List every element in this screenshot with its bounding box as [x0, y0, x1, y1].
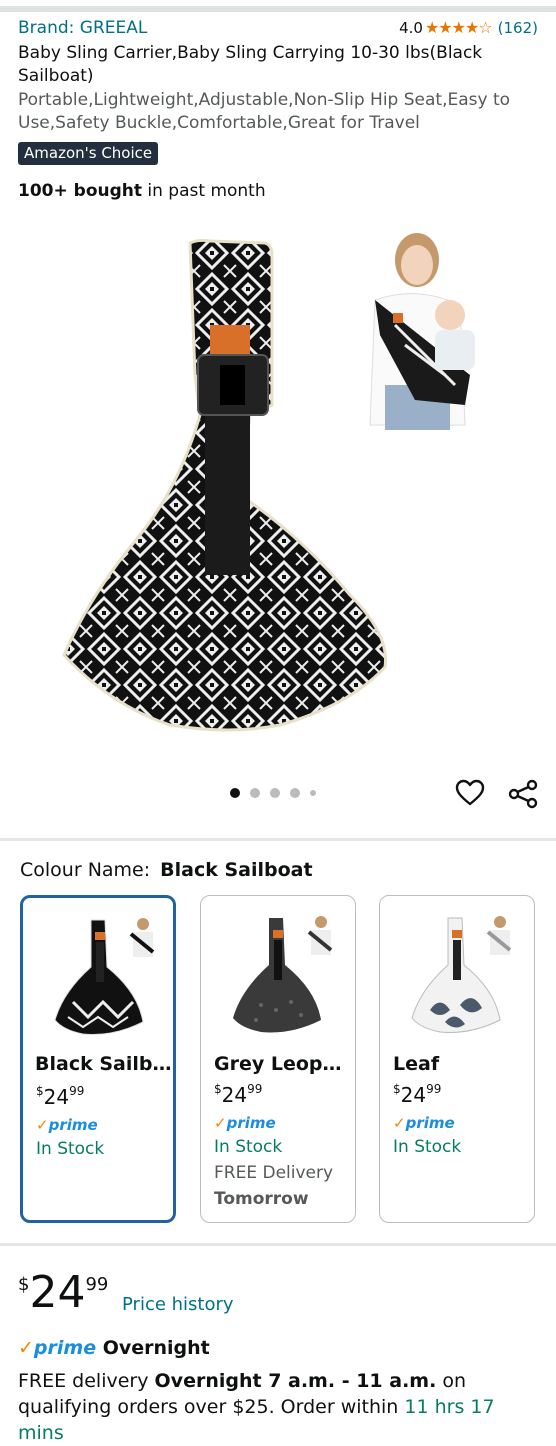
colour-option-price: $2499	[214, 1082, 263, 1107]
section-divider	[0, 838, 556, 841]
colour-name-row: Colour Name: Black Sailboat	[20, 859, 313, 881]
colour-option-name: Grey Leop…	[214, 1053, 342, 1075]
carousel-dots[interactable]	[230, 788, 316, 798]
colour-option-price: $2499	[36, 1084, 85, 1109]
amazons-choice-badge: Amazon's Choice	[18, 142, 159, 165]
top-divider	[0, 6, 556, 12]
overnight-text: Overnight	[96, 1337, 210, 1359]
share-icon[interactable]	[508, 779, 538, 809]
colour-option-name: Black Sailb…	[35, 1053, 170, 1075]
price-whole: 24	[29, 1267, 86, 1318]
prime-badge: ✓prime	[214, 1114, 276, 1132]
prime-check-icon: ✓	[393, 1114, 406, 1132]
prime-check-icon: ✓	[214, 1114, 227, 1132]
prime-badge: ✓prime	[393, 1114, 455, 1132]
delivery-window: Overnight 7 a.m. - 11 a.m.	[154, 1370, 437, 1392]
bought-bold: 100+ bought	[18, 181, 142, 201]
stock-status: In Stock	[393, 1137, 462, 1157]
rating-value: 4.0	[399, 18, 423, 37]
prime-badge: ✓prime	[36, 1116, 98, 1134]
rating-stars-icon: ★★★★☆	[424, 18, 493, 37]
heart-icon[interactable]	[455, 779, 485, 807]
delivery-message: FREE delivery Overnight 7 a.m. - 11 a.m.…	[18, 1368, 538, 1446]
carousel-dot[interactable]	[250, 788, 260, 798]
delivery-day: Tomorrow	[214, 1189, 309, 1209]
colour-thumbnail	[411, 916, 512, 1033]
prime-check-icon: ✓	[36, 1116, 49, 1134]
carousel-dot[interactable]	[270, 788, 280, 798]
colour-label: Colour Name:	[20, 859, 151, 881]
price-fraction: 99	[85, 1274, 109, 1295]
carousel-dot[interactable]	[290, 788, 300, 798]
bought-count: 100+ bought in past month	[18, 181, 266, 201]
colour-option-price: $2499	[393, 1082, 442, 1107]
main-price: $ 24 99	[18, 1268, 108, 1318]
prime-logo-text: prime	[33, 1337, 97, 1359]
colour-thumbnail	[233, 916, 333, 1033]
brand-link[interactable]: Brand: GREEAL	[18, 18, 147, 38]
rating-count[interactable]: (162)	[498, 19, 538, 37]
product-title: Baby Sling Carrier,Baby Sling Carrying 1…	[18, 43, 483, 86]
carousel-dot[interactable]	[230, 788, 240, 798]
product-subtitle: Portable,Lightweight,Adjustable,Non-Slip…	[18, 90, 511, 133]
price-currency: $	[18, 1274, 30, 1295]
delivery-pre: FREE delivery	[18, 1370, 155, 1392]
product-lifestyle-image[interactable]	[355, 225, 505, 440]
section-divider	[0, 1243, 556, 1246]
colour-option-leaf[interactable]: Leaf $2499 ✓prime In Stock	[379, 895, 535, 1223]
bought-rest: in past month	[142, 181, 266, 201]
prime-overnight-label: ✓prime Overnight	[18, 1337, 210, 1359]
price-history-link[interactable]: Price history	[122, 1294, 234, 1315]
colour-thumbnail	[54, 918, 155, 1035]
colour-selected-value: Black Sailboat	[160, 859, 313, 881]
stock-status: In Stock	[214, 1137, 283, 1157]
colour-option-grey-leopard[interactable]: Grey Leop… $2499 ✓prime In Stock FREE De…	[200, 895, 356, 1223]
colour-option-black-sailboat[interactable]: Black Sailb… $2499 ✓prime In Stock	[20, 895, 176, 1223]
prime-check-icon: ✓	[18, 1337, 34, 1359]
stock-status: In Stock	[36, 1139, 105, 1159]
delivery-text: FREE Delivery	[214, 1163, 334, 1183]
colour-option-name: Leaf	[393, 1053, 440, 1075]
rating-summary[interactable]: 4.0 ★★★★☆ (162)	[399, 18, 538, 37]
carousel-dot[interactable]	[310, 790, 316, 796]
